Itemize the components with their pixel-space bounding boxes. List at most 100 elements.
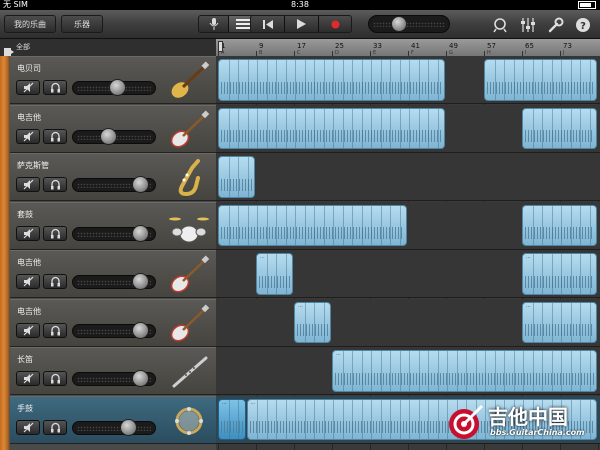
loop-divider (361, 205, 363, 245)
mute-button[interactable] (16, 274, 40, 289)
loop-divider (580, 254, 581, 294)
wrench-icon[interactable] (548, 17, 564, 33)
audio-region[interactable]: ··· (522, 301, 597, 343)
loop-divider (361, 108, 363, 148)
loop-divider (542, 254, 543, 294)
loop-divider (323, 205, 325, 245)
track-header[interactable]: 套鼓 (10, 201, 216, 250)
audio-region[interactable]: ··· (218, 398, 246, 440)
mute-button[interactable] (16, 128, 40, 144)
volume-knob[interactable] (132, 224, 150, 242)
solo-button[interactable] (43, 371, 67, 386)
ruler-marker: 57 (487, 42, 496, 50)
loop-divider (589, 205, 591, 245)
mute-button[interactable] (16, 177, 40, 192)
audio-region[interactable] (218, 107, 445, 149)
saxophone-icon[interactable] (168, 158, 210, 198)
loop-divider (542, 205, 543, 245)
drum-kit-icon[interactable] (168, 207, 210, 247)
audio-region[interactable]: ··· (294, 301, 331, 343)
electric-guitar-icon[interactable] (168, 255, 210, 295)
loop-divider (580, 302, 581, 342)
solo-button[interactable] (43, 322, 67, 338)
tempo-slider[interactable] (368, 15, 450, 33)
track-header[interactable]: 长笛 (10, 347, 216, 395)
instrument-view-icon[interactable] (199, 16, 228, 32)
tambourine-icon[interactable] (168, 401, 210, 441)
loop-divider (238, 205, 239, 245)
record-icon[interactable] (319, 16, 352, 32)
loop-divider (371, 399, 372, 439)
loop-divider (494, 351, 496, 391)
rewind-icon[interactable] (251, 16, 284, 32)
track-header[interactable]: 手鼓 (10, 395, 216, 444)
timeline-ruler[interactable]: 1 A 9 B 17 C 25 D 33 E 41 F 49 G 57 H 65 I 73 J (216, 39, 600, 57)
track-header[interactable]: 电贝司 (10, 56, 216, 104)
my-songs-button[interactable]: 我的乐曲 (4, 15, 56, 33)
audio-region[interactable] (218, 59, 445, 101)
track-header[interactable]: 电吉他 (10, 250, 216, 298)
ruler-marker: 9 (259, 42, 264, 50)
solo-button[interactable] (43, 419, 67, 435)
speaker-mute-icon (23, 228, 33, 238)
volume-knob[interactable] (108, 79, 126, 96)
audio-region[interactable]: ··· (332, 350, 597, 392)
mute-button[interactable] (16, 322, 40, 338)
loop-divider (295, 399, 296, 439)
mute-button[interactable] (16, 371, 40, 386)
loop-divider (371, 351, 372, 391)
waveform (525, 275, 594, 288)
waveform (525, 130, 594, 143)
electric-guitar-icon[interactable] (168, 109, 210, 150)
arrangement-area[interactable]: ··· ··· ··· ··· ··· ··· ··· (216, 56, 600, 450)
all-tracks-label[interactable]: 全部 (16, 41, 30, 54)
mixer-icon[interactable] (520, 17, 536, 33)
solo-button[interactable] (43, 80, 67, 95)
loop-divider (561, 60, 562, 100)
bass-guitar-icon[interactable] (168, 61, 210, 101)
track-header[interactable]: 电吉他 (10, 104, 216, 153)
help-icon[interactable]: ? (575, 17, 591, 33)
electric-guitar-icon[interactable] (168, 303, 210, 344)
mute-button[interactable] (16, 419, 40, 435)
solo-button[interactable] (43, 128, 67, 144)
loop-divider (542, 108, 543, 148)
playhead[interactable] (218, 41, 223, 52)
volume-knob[interactable] (132, 321, 150, 339)
track-lane[interactable] (216, 153, 600, 201)
audio-region[interactable]: ··· (256, 253, 293, 295)
solo-button[interactable] (43, 177, 67, 192)
loop-divider (532, 302, 534, 342)
loop-icon[interactable] (492, 17, 508, 33)
volume-knob[interactable] (100, 127, 118, 145)
track-list-icon[interactable] (4, 42, 14, 56)
volume-knob[interactable] (120, 418, 138, 436)
audio-region[interactable] (522, 107, 597, 149)
loop-divider (342, 399, 344, 439)
loop-divider (257, 399, 258, 439)
loop-divider (380, 205, 382, 245)
play-icon[interactable] (285, 16, 318, 32)
instruments-button[interactable]: 乐器 (61, 15, 103, 33)
audio-region[interactable]: ··· (522, 253, 597, 295)
loop-divider (323, 108, 325, 148)
volume-slider[interactable] (72, 420, 156, 435)
mute-button[interactable] (16, 225, 40, 241)
audio-region[interactable] (218, 156, 255, 198)
audio-region[interactable] (484, 59, 597, 101)
loop-divider (447, 351, 448, 391)
track-header[interactable]: 萨克斯管 (10, 153, 216, 201)
waveform (221, 421, 243, 434)
tempo-slider-knob[interactable] (390, 16, 407, 32)
loop-divider (437, 60, 439, 100)
track-name: 萨克斯管 (17, 161, 49, 170)
audio-region[interactable] (522, 204, 597, 246)
track-header[interactable]: 电吉他 (10, 298, 216, 347)
loop-divider (323, 399, 325, 439)
audio-region[interactable] (218, 204, 407, 246)
flute-icon[interactable] (168, 352, 210, 392)
loop-divider (399, 108, 401, 148)
mute-button[interactable] (16, 80, 40, 95)
solo-button[interactable] (43, 225, 67, 241)
solo-button[interactable] (43, 274, 67, 289)
